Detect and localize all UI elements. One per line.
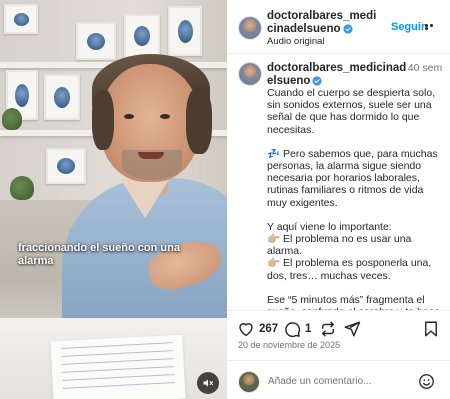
person-hair-side <box>92 90 114 150</box>
caption-username[interactable]: doctoralbares_medicinadelsueno <box>267 62 406 87</box>
save-button[interactable] <box>423 320 439 338</box>
caption-line: 👉🏼 El problema no es usar una alarma. <box>267 233 412 258</box>
frame <box>44 74 80 120</box>
person-eye <box>124 114 134 119</box>
follow-button[interactable]: Seguir <box>391 21 425 33</box>
comment-button[interactable]: 1 <box>283 320 311 338</box>
reel-video[interactable]: fraccionando el sueño con una alarma <box>0 0 227 399</box>
caption-paragraph: Y aquí viene lo importante: 👉🏼 El proble… <box>267 221 445 282</box>
author-username[interactable]: doctoralbares_medicinadelsueno <box>267 10 382 36</box>
post-caption-text: Cuando el cuerpo se despierta solo, sin … <box>267 87 445 310</box>
post-caption-area: doctoralbares_medicinadelsueno 40 sem Cu… <box>227 54 450 310</box>
person-hair-side <box>186 88 212 154</box>
share-icon <box>344 321 361 337</box>
verified-badge-icon <box>312 76 323 86</box>
repost-button[interactable] <box>319 320 337 338</box>
video-caption: fraccionando el sueño con una alarma <box>18 242 180 267</box>
frame <box>168 6 202 56</box>
caption-paragraph: Ese “5 minutos más” fragmenta el sueño, … <box>267 294 445 310</box>
post-date[interactable]: 20 de noviembre de 2025 <box>238 340 340 350</box>
plant <box>10 176 34 200</box>
caption-line: Cuando el cuerpo se despierta solo, sin … <box>267 87 436 136</box>
comment-input[interactable] <box>268 373 408 390</box>
comment-icon <box>285 322 301 338</box>
frame <box>46 148 86 184</box>
post-panel: doctoralbares_medicinadelsueno Audio ori… <box>227 0 450 399</box>
current-user-avatar <box>238 371 260 393</box>
frame <box>124 14 160 58</box>
heart-icon <box>239 323 253 337</box>
author-username-text[interactable]: doctoralbares_medicinadelsueno <box>267 10 376 35</box>
frame <box>76 22 116 60</box>
add-comment-bar <box>227 360 450 399</box>
like-count[interactable]: 267 <box>259 323 278 335</box>
more-options-icon[interactable] <box>425 24 439 30</box>
caption-line: Ese “5 minutos más” fragmenta el sueño, … <box>267 293 440 310</box>
repost-icon <box>322 321 334 337</box>
frame <box>4 4 38 34</box>
post-timestamp[interactable]: 40 sem <box>405 62 445 74</box>
mute-button[interactable] <box>197 372 219 394</box>
handwritten-paper <box>50 334 186 399</box>
share-button[interactable] <box>343 320 361 338</box>
plant <box>2 108 22 130</box>
bookmark-icon <box>425 321 437 337</box>
person-mouth <box>138 152 164 159</box>
comment-count[interactable]: 1 <box>305 323 311 335</box>
caption-line: 💤 Pero sabemos que, para muchas personas… <box>267 147 438 209</box>
caption-line: Y aquí viene lo importante: <box>267 220 392 233</box>
emoji-icon[interactable] <box>418 373 435 390</box>
caption-paragraph: 💤 Pero sabemos que, para muchas personas… <box>267 148 445 209</box>
caption-author-avatar[interactable] <box>238 62 262 86</box>
speaker-muted-icon <box>203 379 213 387</box>
like-button[interactable]: 267 <box>237 320 278 338</box>
verified-badge-icon <box>342 24 353 34</box>
caption-paragraph: Cuando el cuerpo se despierta solo, sin … <box>267 87 445 136</box>
audio-label[interactable]: Audio original <box>267 36 325 47</box>
post-header: doctoralbares_medicinadelsueno Audio ori… <box>227 0 450 54</box>
author-avatar[interactable] <box>238 16 262 40</box>
caption-author[interactable]: doctoralbares_medicinadelsueno <box>267 62 409 88</box>
person-eye <box>160 114 170 119</box>
caption-line: 👉🏼 El problema es posponerla una, dos, t… <box>267 257 432 282</box>
